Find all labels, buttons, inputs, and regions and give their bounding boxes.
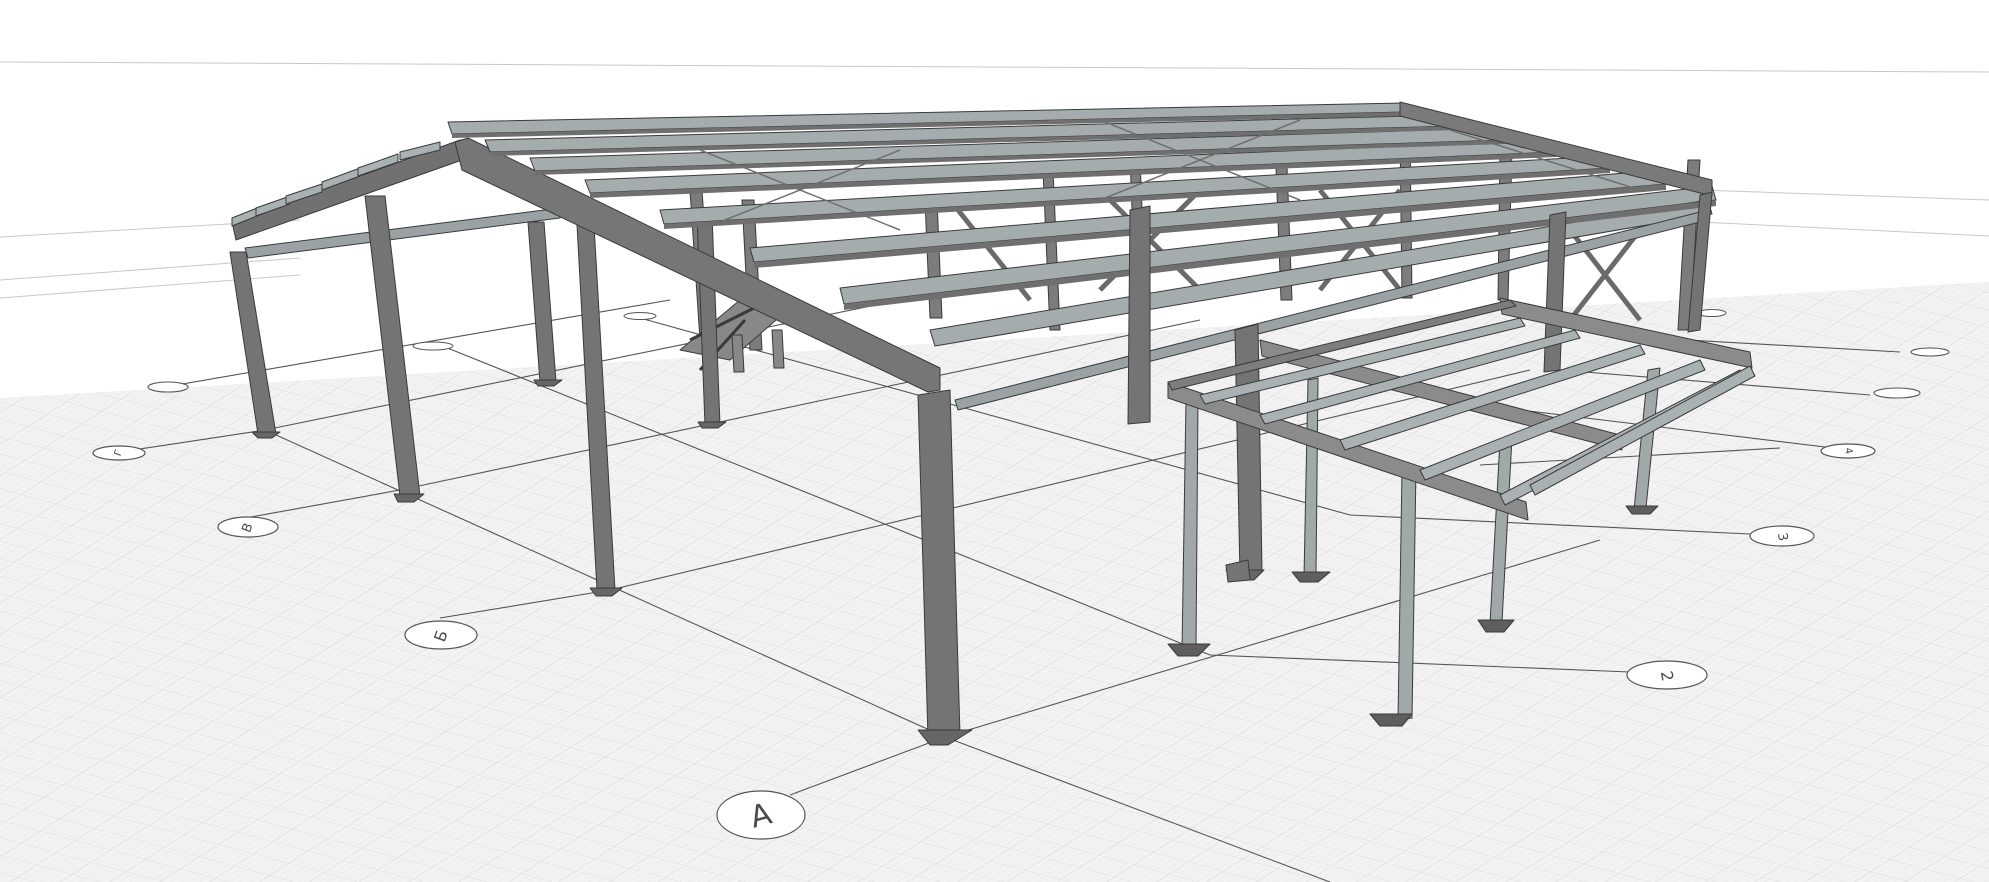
axis-bubble-6[interactable] xyxy=(1910,347,1950,357)
axis-bubble-b[interactable]: Б xyxy=(404,620,478,650)
axis-bubble-a[interactable]: А xyxy=(716,790,806,840)
axis-bubble-g[interactable]: Г xyxy=(92,445,146,461)
axis-bubble-far-1[interactable] xyxy=(147,381,189,393)
axis-bubble-3[interactable]: 3 xyxy=(1749,525,1815,547)
axis-bubble-4[interactable]: 4 xyxy=(1820,443,1876,459)
axis-bubble-v[interactable]: В xyxy=(217,516,279,538)
axis-bubble-far-3[interactable] xyxy=(623,312,657,320)
model-viewport-3d[interactable]: А Б В Г 2 3 4 xyxy=(0,0,1989,882)
axis-bubble-far-4[interactable] xyxy=(1697,309,1727,317)
axis-bubble-2[interactable]: 2 xyxy=(1626,660,1708,690)
axis-bubble-5[interactable] xyxy=(1873,387,1921,399)
axis-bubble-far-2[interactable] xyxy=(412,341,454,351)
